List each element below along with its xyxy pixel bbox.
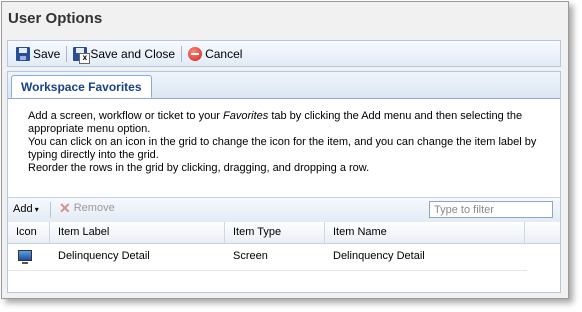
instruction-line-2: You can click on an icon in the grid to … [28, 136, 537, 161]
save-icon [16, 46, 30, 61]
toolbar-separator [181, 45, 183, 62]
column-header-icon[interactable]: Icon [8, 222, 50, 243]
toolbar-separator [66, 45, 68, 62]
row-item-name: Delinquency Detail [333, 250, 425, 262]
window-title: User Options [8, 10, 103, 27]
column-header-item-label[interactable]: Item Label [50, 222, 225, 243]
save-close-icon: x [73, 46, 91, 64]
row-item-label[interactable]: Delinquency Detail [50, 244, 225, 270]
add-label: Add [13, 203, 33, 215]
grid-toolbar-separator [50, 202, 51, 218]
remove-label: Remove [73, 202, 115, 214]
dropdown-arrow-icon: ▾ [32, 205, 39, 214]
row-icon-cell[interactable] [8, 244, 50, 270]
grid-toolbar: Add ▾ ✕ Remove [8, 197, 560, 223]
cancel-label: Cancel [205, 46, 243, 61]
instruction-1-start: Add a screen, workflow or ticket to your [28, 110, 224, 122]
instruction-line-1: Add a screen, workflow or ticket to your… [28, 110, 554, 136]
tab-workspace-favorites[interactable]: Workspace Favorites [11, 75, 152, 98]
save-button[interactable]: Save [12, 43, 64, 65]
table-row[interactable]: Delinquency Detail Screen Delinquency De… [8, 244, 527, 271]
cancel-icon [188, 46, 203, 61]
main-toolbar: Save x Save and Close Cancel [7, 40, 561, 67]
column-header-item-name[interactable]: Item Name [325, 222, 525, 243]
instruction-line-3: Reorder the rows in the grid by clicking… [28, 162, 370, 174]
instructions-text: Add a screen, workflow or ticket to your… [28, 110, 554, 175]
save-label: Save [33, 46, 61, 61]
user-options-window: User Options Save x Save and Close Cance… [1, 1, 569, 299]
tab-panel: Workspace Favorites Add a screen, workfl… [7, 71, 561, 293]
cancel-button[interactable]: Cancel [184, 43, 246, 65]
monitor-icon[interactable] [18, 250, 32, 264]
column-header-item-type[interactable]: Item Type [225, 222, 325, 243]
instruction-1-emphasis: Favorites [223, 110, 269, 122]
filter-input[interactable] [429, 201, 553, 218]
remove-x-icon: ✕ [59, 200, 71, 216]
column-header-filler [525, 222, 560, 243]
tab-strip: Workspace Favorites [8, 72, 560, 99]
save-and-close-button[interactable]: x Save and Close [69, 43, 179, 65]
grid-header: Icon Item Label Item Type Item Name [8, 222, 560, 244]
remove-button[interactable]: ✕ Remove [59, 201, 115, 215]
row-item-type: Screen [233, 250, 268, 262]
save-and-close-label: Save and Close [90, 46, 176, 61]
add-menu-button[interactable]: Add ▾ [13, 203, 39, 215]
